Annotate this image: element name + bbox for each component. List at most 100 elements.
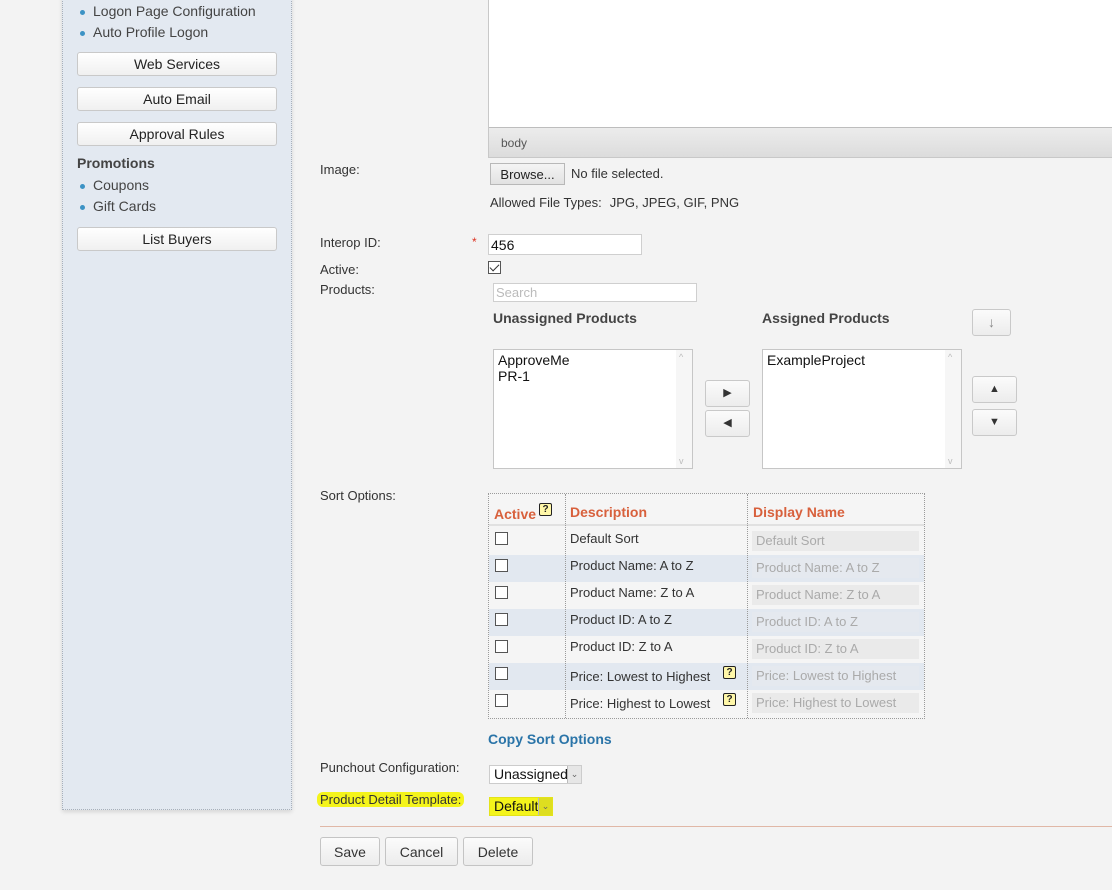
punchout-configuration-label: Punchout Configuration: (320, 760, 460, 775)
triangle-down-icon: ▼ (989, 416, 1000, 428)
scrollbar[interactable]: ^ v (945, 350, 961, 468)
row-display-name-input[interactable]: Product ID: Z to A (752, 639, 919, 659)
chevron-down-icon[interactable]: ⌄ (538, 798, 552, 815)
scroll-up-icon[interactable]: ^ (679, 352, 683, 362)
table-row: Product ID: A to Z Product ID: A to Z (489, 609, 924, 636)
interop-id-input[interactable] (488, 234, 642, 255)
row-display-name-input[interactable]: Default Sort (752, 531, 919, 551)
row-active-checkbox[interactable] (495, 694, 508, 707)
move-down-button[interactable]: ▼ (972, 409, 1017, 436)
list-buyers-button[interactable]: List Buyers (77, 227, 277, 251)
allowed-file-types-value: JPG, JPEG, GIF, PNG (609, 195, 740, 210)
display-name-column-header: Display Name (753, 504, 845, 520)
save-button[interactable]: Save (320, 837, 380, 866)
row-display-name-input[interactable]: Price: Lowest to Highest (752, 666, 919, 686)
bullet-icon (80, 10, 85, 15)
row-active-checkbox[interactable] (495, 613, 508, 626)
bullet-icon (80, 31, 85, 36)
row-active-checkbox[interactable] (495, 667, 508, 680)
promotions-link-list: Coupons Gift Cards (77, 175, 156, 217)
move-up-button[interactable]: ▲ (972, 376, 1017, 403)
sort-options-table: Active ? Description Display Name Defaul… (488, 493, 925, 719)
row-description: Default Sort (570, 531, 639, 546)
punchout-configuration-select[interactable]: Unassigned ⌄ (489, 765, 582, 784)
bullet-icon (80, 184, 85, 189)
approval-rules-button[interactable]: Approval Rules (77, 122, 277, 146)
sort-down-button[interactable]: ↓ (972, 309, 1011, 336)
row-display-name-input[interactable]: Product ID: A to Z (752, 612, 919, 632)
row-description: Product Name: A to Z (570, 558, 694, 573)
row-description: Product Name: Z to A (570, 585, 695, 600)
image-label: Image: (320, 162, 360, 177)
row-description: Price: Highest to Lowest (570, 696, 711, 711)
list-item[interactable]: PR-1 (498, 368, 688, 384)
required-mark: * (472, 235, 477, 249)
rich-text-editor[interactable]: body (488, 0, 1112, 158)
row-active-checkbox[interactable] (495, 532, 508, 545)
triangle-up-icon: ▲ (989, 383, 1000, 395)
allowed-file-types-label: Allowed File Types: (490, 195, 602, 210)
row-display-name-input[interactable]: Product Name: A to Z (752, 558, 919, 578)
column-divider (747, 494, 748, 718)
editor-status-bar: body (489, 127, 1112, 157)
assigned-products-list[interactable]: ExampleProject ^ v (762, 349, 962, 469)
copy-sort-options-link[interactable]: Copy Sort Options (488, 731, 612, 747)
triangle-left-icon: ◀ (723, 417, 732, 429)
product-detail-template-selected-value: Default (494, 798, 539, 814)
sort-options-label: Sort Options: (320, 488, 396, 503)
row-display-name-input[interactable]: Price: Highest to Lowest (752, 693, 919, 713)
row-active-checkbox[interactable] (495, 640, 508, 653)
active-checkbox[interactable] (488, 261, 501, 274)
row-active-checkbox[interactable] (495, 586, 508, 599)
unassign-product-button[interactable]: ◀ (705, 410, 750, 437)
cancel-button[interactable]: Cancel (385, 837, 458, 866)
sidebar-link-coupons[interactable]: Coupons (77, 175, 156, 196)
sidebar-link-gift-cards[interactable]: Gift Cards (77, 196, 156, 217)
list-item[interactable]: ApproveMe (498, 352, 688, 368)
promotions-heading: Promotions (77, 155, 155, 171)
sidebar: Logon Page Configuration Auto Profile Lo… (62, 0, 292, 810)
auto-email-button[interactable]: Auto Email (77, 87, 277, 111)
arrow-down-icon: ↓ (988, 314, 995, 330)
scroll-up-icon[interactable]: ^ (948, 352, 952, 362)
product-search-input[interactable] (493, 283, 697, 302)
allowed-file-types: Allowed File Types: JPG, JPEG, GIF, PNG (490, 195, 739, 210)
row-active-checkbox[interactable] (495, 559, 508, 572)
assigned-products-title: Assigned Products (762, 310, 890, 326)
table-row: Product Name: Z to A Product Name: Z to … (489, 582, 924, 609)
table-row: Price: Lowest to Highest ? Price: Lowest… (489, 663, 924, 690)
web-services-button[interactable]: Web Services (77, 52, 277, 76)
table-row: Default Sort Default Sort (489, 528, 924, 555)
product-detail-template-label: Product Detail Template: (317, 792, 465, 807)
punchout-selected-value: Unassigned (494, 766, 568, 782)
row-display-name-input[interactable]: Product Name: Z to A (752, 585, 919, 605)
file-status: No file selected. (571, 166, 664, 181)
unassigned-products-list[interactable]: ApproveMe PR-1 ^ v (493, 349, 693, 469)
interop-id-label: Interop ID: (320, 235, 381, 250)
editor-element-path[interactable]: body (501, 136, 527, 150)
help-icon[interactable]: ? (539, 503, 552, 516)
scrollbar[interactable]: ^ v (676, 350, 692, 468)
table-row: Product Name: A to Z Product Name: A to … (489, 555, 924, 582)
triangle-right-icon: ▶ (723, 387, 732, 399)
bullet-icon (80, 205, 85, 210)
row-description: Price: Lowest to Highest (570, 669, 711, 684)
active-column-header: Active (494, 506, 537, 522)
list-item[interactable]: ExampleProject (767, 352, 957, 368)
description-column-header: Description (570, 504, 648, 520)
form-divider (320, 826, 1112, 827)
delete-button[interactable]: Delete (463, 837, 533, 866)
browse-button[interactable]: Browse... (490, 163, 565, 185)
sidebar-link-list: Logon Page Configuration Auto Profile Lo… (77, 1, 256, 43)
chevron-down-icon[interactable]: ⌄ (567, 766, 581, 783)
row-description: Product ID: Z to A (570, 639, 673, 654)
product-detail-template-select[interactable]: Default ⌄ (489, 797, 553, 816)
assign-product-button[interactable]: ▶ (705, 380, 750, 407)
sidebar-link-auto-profile-logon[interactable]: Auto Profile Logon (77, 22, 256, 43)
help-icon[interactable]: ? (723, 666, 736, 679)
scroll-down-icon[interactable]: v (948, 456, 953, 466)
help-icon[interactable]: ? (723, 693, 736, 706)
sidebar-link-logon-page-configuration[interactable]: Logon Page Configuration (77, 1, 256, 22)
row-description: Product ID: A to Z (570, 612, 672, 627)
scroll-down-icon[interactable]: v (679, 456, 684, 466)
